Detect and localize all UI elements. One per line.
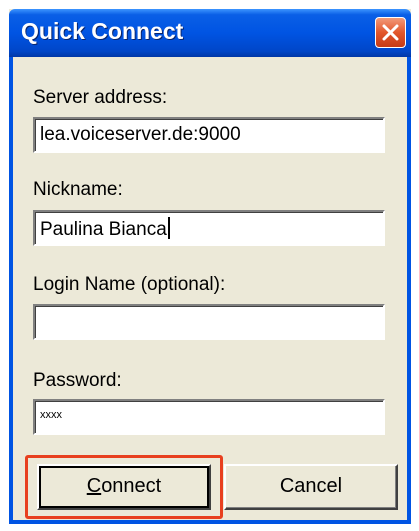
server-address-field[interactable]: lea.voiceserver.de:9000 [33, 117, 385, 153]
server-address-label: Server address: [33, 87, 168, 108]
text-caret [167, 217, 170, 239]
window-title: Quick Connect [21, 18, 184, 44]
nickname-value: Paulina Bianca [40, 219, 167, 240]
login-name-field[interactable] [33, 304, 385, 340]
close-icon [382, 24, 399, 41]
window-frame-left [9, 57, 13, 524]
connect-button[interactable]: Connect [37, 464, 211, 510]
window-frame-bottom [9, 520, 411, 524]
close-button[interactable] [375, 17, 406, 48]
nickname-field[interactable]: Paulina Bianca [33, 210, 385, 246]
login-name-label: Login Name (optional): [33, 274, 226, 295]
password-value: xxxx [40, 409, 62, 421]
connect-label: onnect [101, 475, 162, 497]
connect-accelerator: C [86, 475, 102, 497]
quick-connect-dialog: Quick Connect Server address: lea.voices… [9, 9, 411, 524]
password-field[interactable]: xxxx [33, 399, 385, 435]
password-label: Password: [33, 370, 122, 391]
title-bar[interactable]: Quick Connect [9, 9, 411, 57]
nickname-label: Nickname: [33, 179, 123, 200]
server-address-value: lea.voiceserver.de:9000 [40, 124, 241, 145]
window-frame-right [407, 57, 411, 524]
cancel-label: Cancel [279, 475, 343, 497]
cancel-button[interactable]: Cancel [224, 464, 398, 510]
